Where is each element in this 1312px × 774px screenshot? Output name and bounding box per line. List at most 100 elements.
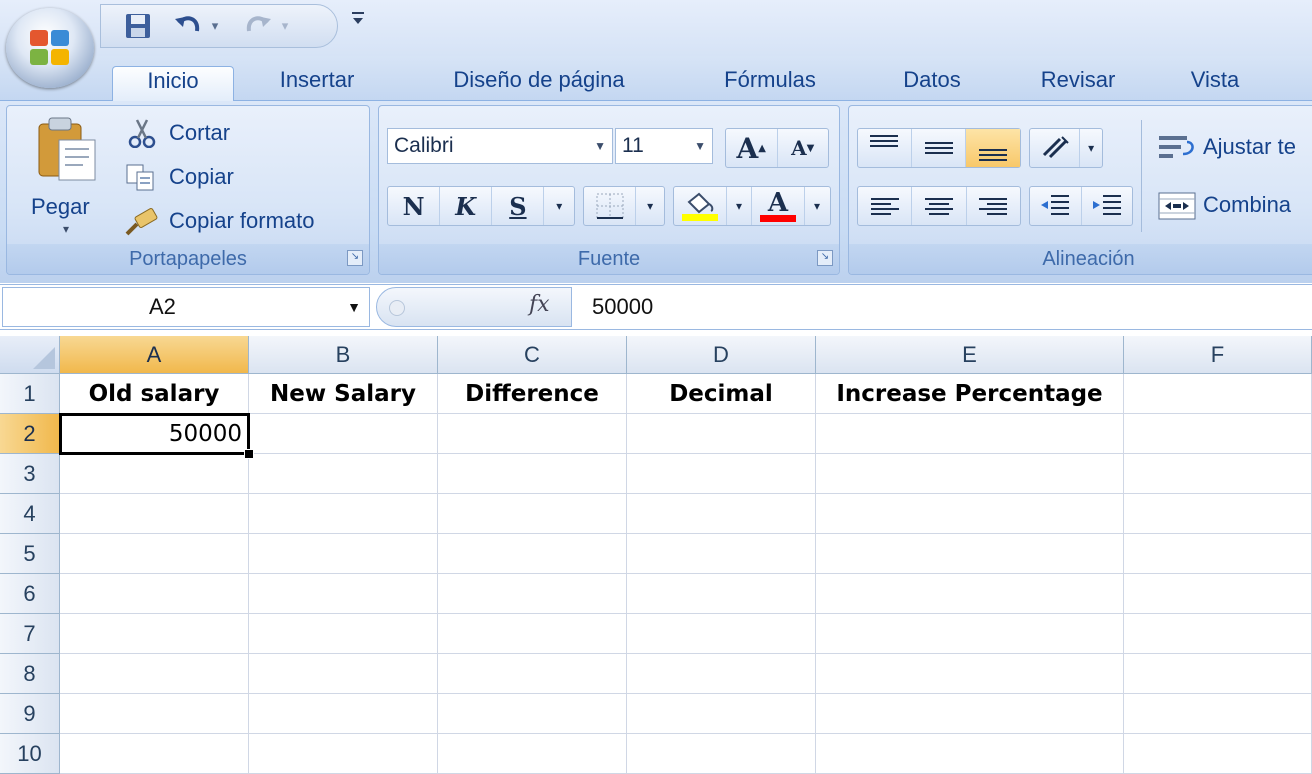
redo-icon[interactable] [241,10,275,42]
cell-c5[interactable] [438,534,627,574]
clipboard-dialog-launcher-icon[interactable]: ↘ [347,250,363,266]
tab-diseno-de-pagina[interactable]: Diseño de página [420,66,658,100]
row-header-10[interactable]: 10 [0,734,60,774]
font-color-button[interactable]: A [752,187,805,225]
cell-c9[interactable] [438,694,627,734]
font-size-select[interactable]: 11 ▼ [615,128,713,164]
cell-e6[interactable] [816,574,1124,614]
cell-f1[interactable] [1124,374,1312,414]
borders-button[interactable]: ▾ [583,186,665,226]
cell-f3[interactable] [1124,454,1312,494]
underline-button[interactable]: S [492,187,545,225]
cell-a8[interactable] [60,654,249,694]
cell-f4[interactable] [1124,494,1312,534]
cell-f9[interactable] [1124,694,1312,734]
cell-d3[interactable] [627,454,816,494]
tab-formulas[interactable]: Fórmulas [700,66,840,100]
cell-c3[interactable] [438,454,627,494]
align-right-button[interactable] [967,187,1020,225]
row-header-8[interactable]: 8 [0,654,60,694]
cell-a9[interactable] [60,694,249,734]
cell-e3[interactable] [816,454,1124,494]
cell-f5[interactable] [1124,534,1312,574]
cell-e9[interactable] [816,694,1124,734]
cell-e5[interactable] [816,534,1124,574]
fill-color-dropdown-icon[interactable]: ▾ [727,187,752,225]
cell-e7[interactable] [816,614,1124,654]
cell-b1[interactable]: New Salary [249,374,438,414]
tab-revisar[interactable]: Revisar [1020,66,1136,100]
column-header-f[interactable]: F [1124,336,1312,374]
cut-button[interactable]: Cortar [123,116,363,152]
cell-d8[interactable] [627,654,816,694]
cell-a7[interactable] [60,614,249,654]
row-header-9[interactable]: 9 [0,694,60,734]
align-bottom-button[interactable] [966,129,1021,167]
orientation-dropdown-icon[interactable]: ▾ [1080,129,1102,167]
column-header-d[interactable]: D [627,336,816,374]
wrap-text-button[interactable]: Ajustar te [1155,130,1312,166]
undo-dropdown-icon[interactable]: ▾ [207,10,223,42]
cell-f10[interactable] [1124,734,1312,774]
underline-dropdown-icon[interactable]: ▾ [544,187,574,225]
cell-c2[interactable] [438,414,627,454]
orientation-button[interactable]: ▾ [1029,128,1103,168]
column-header-a[interactable]: A [60,336,249,374]
cell-b6[interactable] [249,574,438,614]
cell-d10[interactable] [627,734,816,774]
increase-indent-button[interactable] [1082,187,1133,225]
align-top-button[interactable] [858,129,912,167]
cell-e10[interactable] [816,734,1124,774]
save-icon[interactable] [121,10,155,42]
italic-button[interactable]: K [440,187,493,225]
borders-dropdown-icon[interactable]: ▾ [636,187,664,225]
cell-b4[interactable] [249,494,438,534]
cell-d6[interactable] [627,574,816,614]
cell-b3[interactable] [249,454,438,494]
align-left-button[interactable] [858,187,913,225]
office-button[interactable] [6,8,94,88]
cell-b5[interactable] [249,534,438,574]
column-header-b[interactable]: B [249,336,438,374]
cell-e4[interactable] [816,494,1124,534]
cell-a10[interactable] [60,734,249,774]
cell-d7[interactable] [627,614,816,654]
bold-button[interactable]: N [388,187,441,225]
align-center-button[interactable] [912,187,967,225]
cell-b7[interactable] [249,614,438,654]
cell-a5[interactable] [60,534,249,574]
cell-c10[interactable] [438,734,627,774]
cell-c4[interactable] [438,494,627,534]
cell-d1[interactable]: Decimal [627,374,816,414]
font-dialog-launcher-icon[interactable]: ↘ [817,250,833,266]
grow-font-button[interactable]: A ▲ [726,129,778,167]
resize-handle-icon[interactable] [389,300,405,316]
fill-handle[interactable] [244,449,254,459]
cell-d4[interactable] [627,494,816,534]
font-color-dropdown-icon[interactable]: ▾ [805,187,829,225]
cell-d5[interactable] [627,534,816,574]
paste-dropdown-icon[interactable]: ▾ [63,222,69,236]
customize-toolbar-icon[interactable] [350,10,366,33]
merge-center-button[interactable]: Combina [1155,188,1312,224]
tab-vista[interactable]: Vista [1170,66,1260,100]
tab-datos[interactable]: Datos [880,66,984,100]
cell-b8[interactable] [249,654,438,694]
insert-function-icon[interactable]: fx [529,292,550,317]
cell-a3[interactable] [60,454,249,494]
cell-b10[interactable] [249,734,438,774]
cell-e2[interactable] [816,414,1124,454]
cell-f7[interactable] [1124,614,1312,654]
fill-color-button[interactable] [674,187,727,225]
cell-f6[interactable] [1124,574,1312,614]
row-header-2[interactable]: 2 [0,414,60,454]
cell-e1[interactable]: Increase Percentage [816,374,1124,414]
select-all-button[interactable] [0,336,60,374]
cell-c6[interactable] [438,574,627,614]
paste-button[interactable]: Pegar ▾ [21,114,111,240]
chevron-down-icon[interactable]: ▼ [347,288,361,326]
row-header-5[interactable]: 5 [0,534,60,574]
format-painter-button[interactable]: Copiar formato [123,204,363,240]
cell-f2[interactable] [1124,414,1312,454]
cell-d9[interactable] [627,694,816,734]
